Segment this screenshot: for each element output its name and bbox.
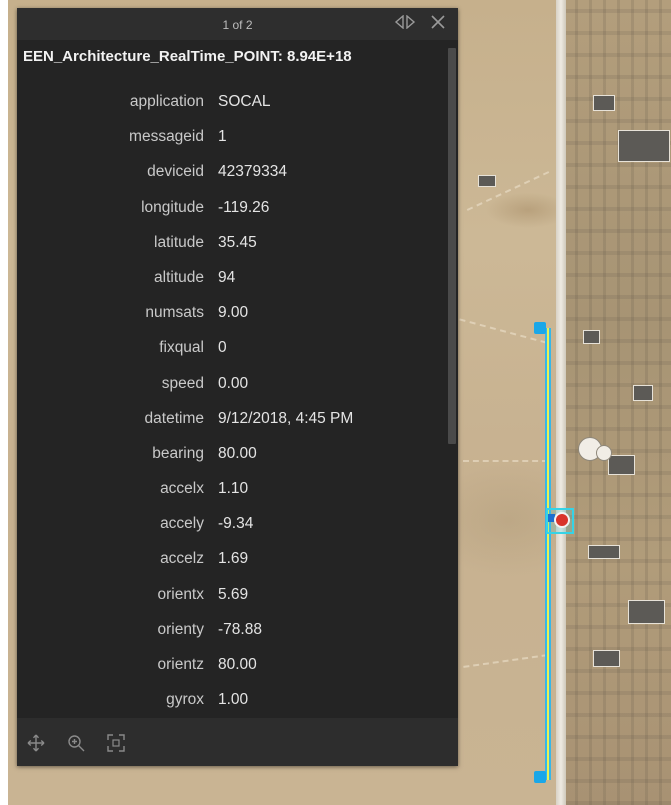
attribute-label: longitude — [141, 198, 204, 216]
attribute-value: 0 — [218, 339, 227, 357]
attribute-value: 94 — [218, 268, 236, 286]
pan-icon[interactable] — [27, 734, 47, 754]
attribute-value: -119.26 — [218, 198, 270, 216]
attribute-value: 0.00 — [218, 374, 249, 392]
attribute-label: numsats — [145, 304, 204, 322]
route-line[interactable] — [545, 328, 551, 780]
attribute-value: 9.00 — [218, 304, 249, 322]
attribute-row: orienty -78.88 — [17, 621, 442, 656]
attribute-label: orienty — [157, 620, 204, 638]
attribute-row: latitude 35.45 — [17, 234, 442, 269]
map-building — [478, 175, 496, 187]
attribute-label: gyrox — [166, 691, 204, 709]
attribute-label: speed — [161, 374, 204, 392]
attribute-value: 1.00 — [218, 691, 249, 709]
map-trail — [463, 654, 548, 668]
attribute-list: application SOCAL messageid 1 deviceid 423793… — [17, 93, 442, 726]
attribute-row: orientx 5.69 — [17, 586, 442, 621]
attribute-row: application SOCAL — [17, 93, 442, 128]
popup-header: 1 of 2 — [17, 8, 458, 40]
route-start-vertex[interactable] — [534, 322, 546, 334]
attribute-value: 9/12/2018, 4:45 PM — [218, 409, 354, 427]
attribute-label: datetime — [144, 409, 204, 427]
attribute-value: 5.69 — [218, 585, 249, 603]
attribute-label: messageid — [129, 128, 204, 146]
attribute-row: accely -9.34 — [17, 515, 442, 550]
attribute-label: bearing — [152, 444, 204, 462]
attribute-row: deviceid 42379334 — [17, 163, 442, 198]
route-end-vertex[interactable] — [534, 771, 546, 783]
attribute-label: fixqual — [159, 339, 204, 357]
attribute-value: -78.88 — [218, 620, 262, 638]
attribute-row: speed 0.00 — [17, 375, 442, 410]
attribute-row: fixqual 0 — [17, 339, 442, 374]
map-building — [633, 385, 653, 401]
attribute-row: accelz 1.69 — [17, 550, 442, 585]
map-building — [618, 130, 670, 162]
dock-toggle-icon-svg — [394, 14, 416, 30]
attribute-label: accelx — [160, 480, 204, 498]
map-building — [608, 455, 635, 475]
map-road — [556, 0, 566, 805]
attribute-value: -9.34 — [218, 515, 254, 533]
attribute-value: 1.10 — [218, 480, 249, 498]
attribute-value: 80.00 — [218, 656, 257, 673]
attribute-row: messageid 1 — [17, 128, 442, 163]
close-icon-svg — [431, 15, 445, 29]
pan-icon-svg — [27, 734, 45, 752]
zoom-to-icon-svg — [68, 735, 85, 752]
attribute-label: accelz — [160, 550, 204, 568]
attribute-value: 1 — [218, 128, 227, 146]
attribute-row: accelx 1.10 — [17, 480, 442, 515]
popup-title: EEN_Architecture_RealTime_POINT: 8.94E+1… — [23, 48, 352, 65]
attribute-row: altitude 94 — [17, 269, 442, 304]
attribute-value: SOCAL — [218, 93, 271, 110]
close-icon[interactable] — [428, 14, 448, 34]
map-building — [628, 600, 665, 624]
map-storage-tank — [596, 445, 612, 461]
scrollbar-thumb[interactable] — [448, 48, 456, 444]
dock-toggle-icon[interactable] — [392, 14, 418, 33]
attribute-value: 1.69 — [218, 550, 249, 568]
attribute-label: deviceid — [147, 163, 204, 181]
fullscreen-icon[interactable] — [107, 734, 127, 754]
attribute-label: application — [129, 93, 204, 110]
map-trail — [463, 460, 548, 462]
map-building — [583, 330, 600, 344]
selected-point-marker[interactable] — [554, 512, 570, 528]
attribute-row: numsats 9.00 — [17, 304, 442, 339]
attribute-row: datetime 9/12/2018, 4:45 PM — [17, 410, 442, 445]
attribute-label: latitude — [154, 233, 204, 251]
attribute-label: accely — [160, 515, 204, 533]
attribute-value: 80.00 — [218, 444, 257, 462]
attribute-row: orientz 80.00 — [17, 656, 442, 691]
map-building — [593, 650, 620, 667]
attribute-value: 35.45 — [218, 233, 257, 251]
attribute-row: longitude -119.26 — [17, 199, 442, 234]
attribute-label: altitude — [154, 268, 204, 286]
attribute-label: orientx — [157, 585, 204, 603]
map-industrial-area — [561, 0, 671, 805]
feature-popup: 1 of 2 EEN_Architecture_RealTime_POINT: … — [17, 8, 458, 766]
attribute-label: orientz — [157, 656, 204, 673]
attribute-value: 42379334 — [218, 163, 287, 181]
popup-scrollbar[interactable] — [448, 42, 456, 718]
attribute-row: bearing 80.00 — [17, 445, 442, 480]
fullscreen-icon-svg — [107, 734, 125, 752]
map-building — [593, 95, 615, 111]
map-building — [588, 545, 620, 559]
popup-footer — [17, 718, 458, 766]
zoom-to-icon[interactable] — [67, 734, 87, 754]
